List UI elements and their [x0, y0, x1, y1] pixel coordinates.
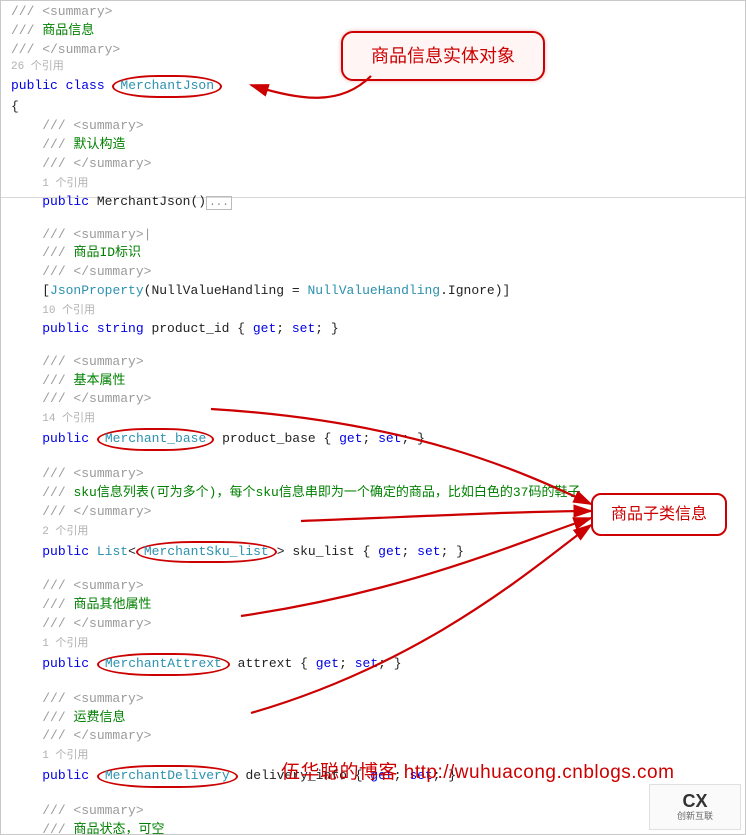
xml-doc: /// <summary> [42, 354, 143, 369]
codelens-refs[interactable]: 14 个引用 [42, 413, 95, 425]
xml-doc: /// [42, 822, 73, 835]
xml-doc: /// </summary> [42, 391, 151, 406]
keyword: public [42, 544, 89, 559]
prop-name: sku_list { [285, 544, 379, 559]
keyword: set [378, 431, 401, 446]
xml-doc-text: 运费信息 [73, 710, 125, 725]
xml-doc-text: 默认构造 [73, 137, 125, 152]
logo-mark: CX [682, 792, 707, 812]
xml-doc-text: 商品其他属性 [73, 597, 151, 612]
code-block: /// <summary> /// 商品信息 /// </summary> 26… [11, 3, 737, 835]
xml-doc: /// [42, 485, 73, 500]
xml-doc: /// [42, 373, 73, 388]
code-screenshot: /// <summary> /// 商品信息 /// </summary> 26… [0, 0, 746, 835]
codelens-refs[interactable]: 1 个引用 [42, 638, 88, 650]
codelens-refs[interactable]: 1 个引用 [42, 750, 88, 762]
xml-doc: /// </summary> [11, 42, 120, 57]
codelens-refs[interactable]: 10 个引用 [42, 305, 95, 317]
xml-doc: /// [42, 245, 73, 260]
keyword: set [355, 656, 378, 671]
type-merchantattrext: MerchantAttrext [97, 653, 230, 676]
keyword: get [378, 544, 401, 559]
blog-watermark: 伍华聪的博客 http://wuhuacong.cnblogs.com [281, 759, 674, 787]
type-merchantdelivery: MerchantDelivery [97, 765, 238, 788]
xml-doc: /// </summary> [42, 264, 151, 279]
type-merchantsku-list: MerchantSku_list [136, 541, 277, 564]
xml-doc: /// <summary> [42, 466, 143, 481]
keyword: public [42, 194, 89, 209]
xml-doc-text: 商品信息 [42, 23, 94, 38]
keyword: get [316, 656, 339, 671]
xml-doc: /// </summary> [42, 728, 151, 743]
xml-doc: /// [11, 23, 42, 38]
xml-doc: /// <summary> [42, 691, 143, 706]
xml-doc: /// </summary> [42, 616, 151, 631]
xml-doc: /// <summary> [42, 578, 143, 593]
keyword: public [42, 656, 89, 671]
type-merchant-base: Merchant_base [97, 428, 214, 451]
xml-doc-text: 商品状态，可空 [73, 822, 164, 835]
keyword: public [42, 321, 89, 336]
keyword: class [58, 78, 113, 93]
type-merchantjson: MerchantJson [112, 75, 222, 98]
xml-doc: /// [42, 137, 73, 152]
xml-doc: /// <summary> [42, 118, 143, 133]
keyword: set [292, 321, 315, 336]
brace-open: { [11, 98, 737, 117]
prop-name: product_base { [214, 431, 339, 446]
codelens-refs[interactable]: 1 个引用 [42, 178, 88, 190]
type: List [97, 544, 128, 559]
type: JsonProperty [50, 283, 144, 298]
callout-subclass: 商品子类信息 [591, 493, 727, 536]
xml-doc-text: 商品ID标识 [73, 245, 141, 260]
callout-text: 商品信息实体对象 [371, 46, 515, 66]
keyword: get [339, 431, 362, 446]
prop-name: attrext { [230, 656, 316, 671]
codelens-refs[interactable]: 2 个引用 [42, 526, 88, 538]
xml-doc: /// <summary> [11, 4, 112, 19]
type: NullValueHandling [307, 283, 440, 298]
keyword: string [89, 321, 144, 336]
keyword: public [11, 78, 58, 93]
xml-doc: /// <summary>| [42, 227, 151, 242]
xml-doc: /// </summary> [42, 504, 151, 519]
xml-doc: /// [42, 710, 73, 725]
logo-brand: 创新互联 [677, 812, 713, 822]
keyword: public [42, 431, 89, 446]
xml-doc-text: 基本属性 [73, 373, 125, 388]
xml-doc-text: sku信息列表(可为多个)，每个sku信息串即为一个确定的商品，比如白色的37码… [73, 485, 580, 500]
ctor: MerchantJson() [89, 194, 206, 209]
attr-open: [ [42, 283, 50, 298]
xml-doc: /// </summary> [42, 156, 151, 171]
attr-args: (NullValueHandling = [144, 283, 308, 298]
xml-doc: /// <summary> [42, 803, 143, 818]
attr-close: .Ignore)] [440, 283, 510, 298]
xml-doc: /// [42, 597, 73, 612]
keyword: get [253, 321, 276, 336]
brand-logo: CX 创新互联 [649, 784, 741, 830]
keyword: set [417, 544, 440, 559]
collapsed-region[interactable]: ... [206, 196, 232, 210]
callout-entity: 商品信息实体对象 [341, 31, 545, 81]
prop-name: product_id { [144, 321, 253, 336]
keyword: public [42, 768, 89, 783]
callout-text: 商品子类信息 [611, 506, 707, 523]
